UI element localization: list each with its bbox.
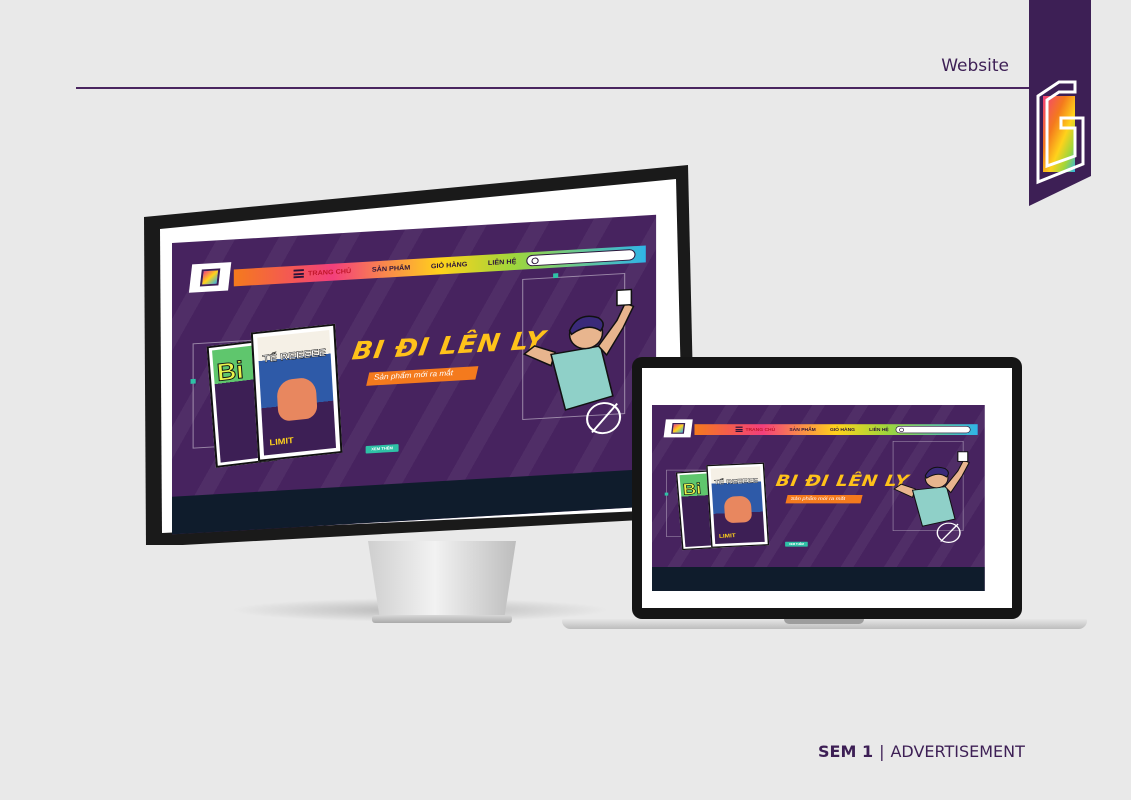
- footer-category: ADVERTISEMENT: [890, 742, 1025, 761]
- deco-circle-icon: [936, 522, 961, 543]
- site-bottom-band: [652, 567, 985, 591]
- hero-tagline: Sản phẩm mới ra mắt: [790, 495, 846, 501]
- footer-series: SEM 1: [818, 742, 874, 761]
- view-more-button[interactable]: XEM THÊM: [785, 541, 808, 547]
- search-input[interactable]: [526, 248, 636, 267]
- nav-item-products[interactable]: SẢN PHẨM: [789, 428, 815, 432]
- nav-item-contact[interactable]: LIÊN HỆ: [488, 258, 516, 266]
- menu-icon[interactable]: [293, 269, 304, 279]
- menu-icon[interactable]: [735, 426, 743, 432]
- cover-title: Bi: [215, 355, 245, 387]
- footer-caption: SEM 1 | ADVERTISEMENT: [818, 742, 1025, 761]
- nav-item-home[interactable]: TRANG CHỦ: [745, 428, 775, 432]
- nav-item-home[interactable]: TRANG CHỦ: [308, 268, 351, 277]
- page-title: Website: [941, 56, 1009, 76]
- site-logo[interactable]: [663, 419, 693, 438]
- monitor-stand-neck: [368, 541, 516, 619]
- deco-square: [664, 492, 669, 496]
- deco-square: [190, 378, 196, 384]
- nav-item-cart[interactable]: GIỎ HÀNG: [431, 261, 467, 270]
- product-cover-limit[interactable]: TẾ REEEEE LIMIT: [706, 462, 770, 548]
- brand-logo-tab: [1029, 0, 1091, 206]
- nav-item-contact[interactable]: LIÊN HỆ: [869, 428, 889, 432]
- monitor-stand-base: [372, 615, 512, 623]
- footer-separator: |: [879, 742, 885, 761]
- cover-title: Bi: [682, 479, 702, 499]
- website-preview-small: TRANG CHỦ SẢN PHẨM GIỎ HÀNG LIÊN HỆ Bi T…: [652, 405, 985, 591]
- site-nav-bar: TRANG CHỦ SẢN PHẨM GIỎ HÀNG LIÊN HỆ: [694, 424, 978, 435]
- logo-mark-icon: [199, 268, 221, 287]
- search-input[interactable]: [895, 426, 971, 434]
- hero-character-illustration: [893, 451, 970, 527]
- cover-character-image: [723, 495, 753, 524]
- cover-character-image: [276, 376, 318, 422]
- laptop-notch: [784, 619, 864, 624]
- logo-mark-icon: [671, 423, 686, 434]
- nav-item-products[interactable]: SẢN PHẨM: [372, 264, 410, 273]
- nav-item-cart[interactable]: GIỎ HÀNG: [830, 428, 855, 432]
- deco-square: [553, 273, 559, 279]
- site-logo[interactable]: [188, 262, 232, 293]
- header-divider: [76, 87, 1031, 89]
- cover-badge: LIMIT: [718, 532, 736, 540]
- product-cover-limit[interactable]: TẾ REEEEE LIMIT: [250, 323, 343, 462]
